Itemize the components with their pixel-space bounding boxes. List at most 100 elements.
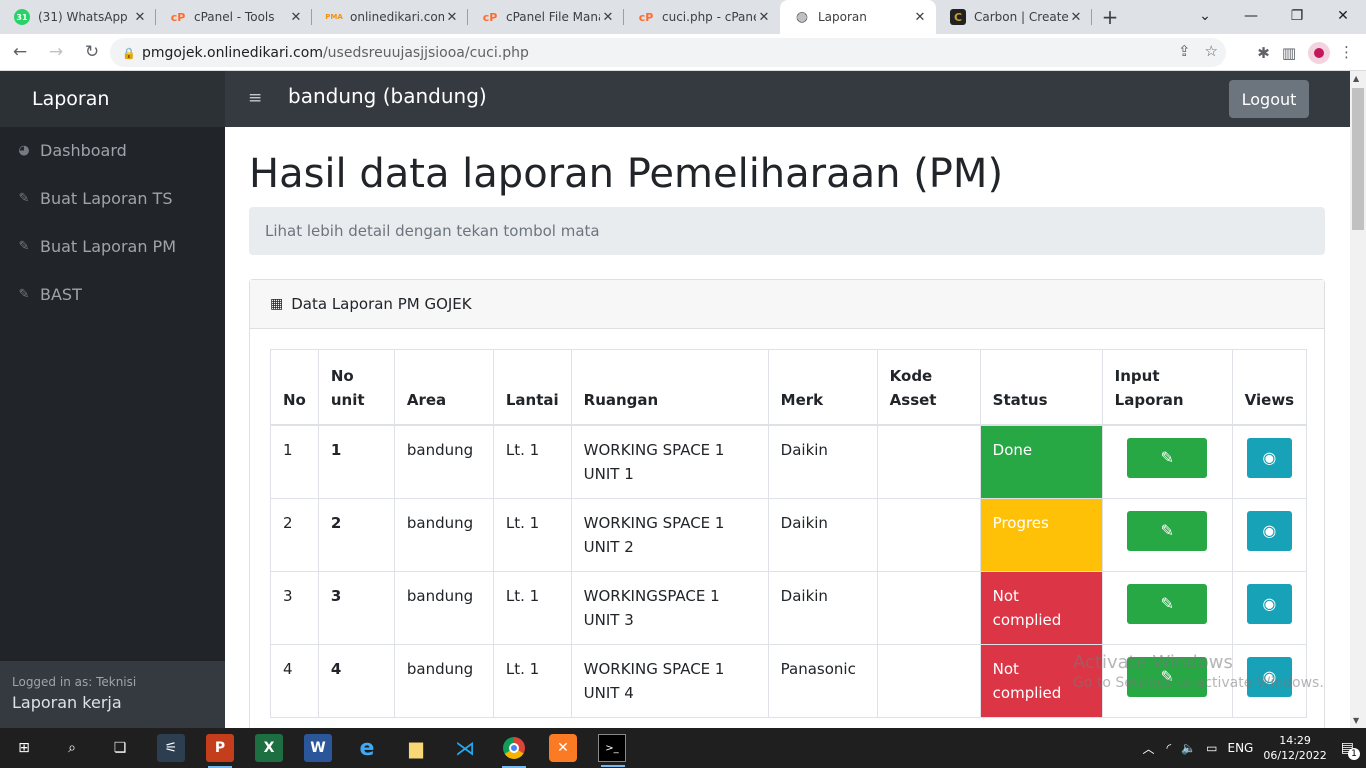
terminal-icon[interactable]: >_ bbox=[598, 734, 626, 767]
speaker-icon[interactable]: 🔈 bbox=[1181, 741, 1196, 755]
browser-tab[interactable]: cP cuci.php - cPanel ✕ bbox=[624, 0, 780, 34]
col-header[interactable]: Input Laporan bbox=[1101, 349, 1233, 426]
edit-icon: ✎ bbox=[18, 287, 30, 302]
view-eye-button[interactable]: ◉ bbox=[1246, 437, 1292, 478]
wifi-icon[interactable]: ◜ bbox=[1167, 741, 1172, 755]
col-header[interactable]: Lantai bbox=[492, 349, 572, 426]
close-tab-icon[interactable]: ✕ bbox=[912, 10, 928, 25]
clock[interactable]: 14:29 06/12/2022 bbox=[1263, 733, 1326, 763]
browser-tab[interactable]: ◍ Laporan ✕ bbox=[780, 0, 936, 34]
floor-cell: Lt. 1 bbox=[492, 643, 572, 718]
close-tab-icon[interactable]: ✕ bbox=[132, 10, 148, 25]
notification-count: 1 bbox=[1348, 748, 1360, 760]
edit-report-button[interactable]: ✎ bbox=[1127, 510, 1208, 551]
sidebar-item-bast[interactable]: ✎ BAST bbox=[16, 285, 82, 304]
browser-tab[interactable]: cP cPanel File Manag✕ bbox=[468, 0, 624, 34]
close-tab-icon[interactable]: ✕ bbox=[756, 10, 772, 25]
scroll-thumb[interactable] bbox=[1352, 88, 1364, 230]
share-icon[interactable]: ⇪ bbox=[1178, 42, 1191, 60]
sidebar-item-label: Buat Laporan TS bbox=[40, 189, 173, 208]
close-tab-icon[interactable]: ✕ bbox=[288, 10, 304, 25]
view-eye-button[interactable]: ◉ bbox=[1246, 510, 1292, 551]
col-header[interactable]: Status bbox=[979, 349, 1103, 426]
arrow-right-icon: → bbox=[48, 42, 64, 62]
area-cell: bandung bbox=[393, 570, 494, 645]
main-content: Hasil data laporan Pemeliharaan (PM) Lih… bbox=[225, 127, 1350, 728]
tab-title: Laporan bbox=[818, 10, 867, 24]
maximize-button[interactable]: ❐ bbox=[1274, 0, 1320, 32]
chrome-icon[interactable] bbox=[500, 734, 528, 768]
browser-tab[interactable]: 31 (31) WhatsApp ✕ bbox=[0, 0, 156, 34]
reload-button[interactable]: ↻ bbox=[76, 36, 108, 68]
scroll-down-icon[interactable]: ▼ bbox=[1353, 716, 1359, 725]
brand-title[interactable]: Laporan bbox=[0, 71, 225, 127]
tab-search-button[interactable]: ⌄ bbox=[1182, 0, 1228, 32]
battery-icon[interactable]: ▭ bbox=[1206, 741, 1217, 755]
new-tab-button[interactable]: + bbox=[1092, 0, 1128, 34]
logout-button[interactable]: Logout bbox=[1229, 80, 1309, 118]
asset-code-cell bbox=[876, 643, 981, 718]
scroll-up-icon[interactable]: ▲ bbox=[1353, 74, 1359, 83]
tab-title: onlinedikari.com bbox=[350, 10, 444, 24]
col-header[interactable]: Kode Asset bbox=[876, 349, 981, 426]
address-toolbar: ← → ↻ 🔒 pmgojek.onlinedikari.com/usedsre… bbox=[0, 34, 1366, 71]
globe-icon: ◍ bbox=[795, 9, 809, 25]
view-eye-button[interactable]: ◉ bbox=[1246, 583, 1292, 624]
forward-button[interactable]: → bbox=[40, 36, 72, 68]
back-button[interactable]: ← bbox=[4, 36, 36, 68]
reload-icon: ↻ bbox=[84, 42, 100, 62]
kebab-menu-icon[interactable]: ⋮ bbox=[1339, 43, 1354, 61]
language-indicator[interactable]: ENG bbox=[1228, 741, 1254, 755]
col-header[interactable]: Views bbox=[1231, 349, 1308, 426]
notification-icon[interactable]: ▤ 1 bbox=[1341, 740, 1360, 760]
sidebar-item-dashboard[interactable]: ◕ Dashboard bbox=[16, 141, 126, 160]
col-header[interactable]: Ruangan bbox=[570, 349, 769, 426]
hamburger-menu-icon[interactable]: ≡ bbox=[248, 88, 262, 108]
excel-icon[interactable]: X bbox=[255, 734, 283, 762]
tab-title: cuci.php - cPanel bbox=[662, 10, 756, 24]
area-cell: bandung bbox=[393, 643, 494, 718]
browser-tab[interactable]: C Carbon | Create a✕ bbox=[936, 0, 1092, 34]
extensions-puzzle-icon[interactable]: ✱ bbox=[1257, 44, 1270, 62]
browser-tab[interactable]: cP cPanel - Tools ✕ bbox=[156, 0, 312, 34]
unit-cell: 1 bbox=[317, 424, 395, 499]
user-location-title: bandung (bandung) bbox=[288, 84, 487, 108]
bookmark-star-icon[interactable]: ☆ bbox=[1205, 42, 1218, 60]
edge-icon[interactable]: e bbox=[353, 734, 381, 762]
side-panel-icon[interactable]: ▥ bbox=[1282, 44, 1296, 62]
page-scrollbar[interactable]: ▲ ▼ bbox=[1350, 71, 1366, 728]
vscode-icon[interactable]: ⋊ bbox=[451, 734, 479, 762]
sidebar-item-buat-laporan-ts[interactable]: ✎ Buat Laporan TS bbox=[16, 189, 173, 208]
logged-in-value: Laporan kerja bbox=[12, 693, 122, 712]
col-header[interactable]: Area bbox=[393, 349, 494, 426]
network-app-icon[interactable]: ⚟ bbox=[157, 734, 185, 762]
close-tab-icon[interactable]: ✕ bbox=[1068, 10, 1084, 25]
unit-cell: 4 bbox=[317, 643, 395, 718]
col-header[interactable]: No bbox=[270, 349, 319, 426]
card-title: Data Laporan PM GOJEK bbox=[291, 295, 472, 313]
search-icon[interactable]: ⌕ bbox=[58, 734, 86, 762]
file-explorer-icon[interactable]: ▆ bbox=[402, 734, 430, 762]
url-bar[interactable]: 🔒 pmgojek.onlinedikari.com/usedsreuujasj… bbox=[110, 38, 1226, 67]
sidebar-item-buat-laporan-pm[interactable]: ✎ Buat Laporan PM bbox=[16, 237, 176, 256]
task-view-icon[interactable]: ❏ bbox=[106, 734, 134, 762]
sidebar-item-label: BAST bbox=[40, 285, 82, 304]
close-tab-icon[interactable]: ✕ bbox=[600, 10, 616, 25]
xampp-icon[interactable]: ✕ bbox=[549, 734, 577, 762]
powerpoint-icon[interactable]: P bbox=[206, 734, 234, 768]
minimize-button[interactable]: — bbox=[1228, 0, 1274, 32]
cpanel-icon: cP bbox=[638, 10, 654, 24]
chevron-up-icon[interactable]: ︿ bbox=[1143, 740, 1155, 757]
close-window-button[interactable]: ✕ bbox=[1320, 0, 1366, 32]
word-icon[interactable]: W bbox=[304, 734, 332, 762]
browser-tab[interactable]: PMA onlinedikari.com ✕ bbox=[312, 0, 468, 34]
floor-cell: Lt. 1 bbox=[492, 424, 572, 499]
edit-report-button[interactable]: ✎ bbox=[1127, 437, 1208, 478]
row-number-cell: 2 bbox=[270, 497, 319, 572]
profile-avatar[interactable] bbox=[1308, 41, 1330, 64]
windows-start-icon[interactable]: ⊞ bbox=[10, 734, 38, 762]
edit-report-button[interactable]: ✎ bbox=[1127, 583, 1208, 624]
col-header[interactable]: Merk bbox=[767, 349, 878, 426]
col-header[interactable]: No unit bbox=[317, 349, 395, 426]
close-tab-icon[interactable]: ✕ bbox=[444, 10, 460, 25]
